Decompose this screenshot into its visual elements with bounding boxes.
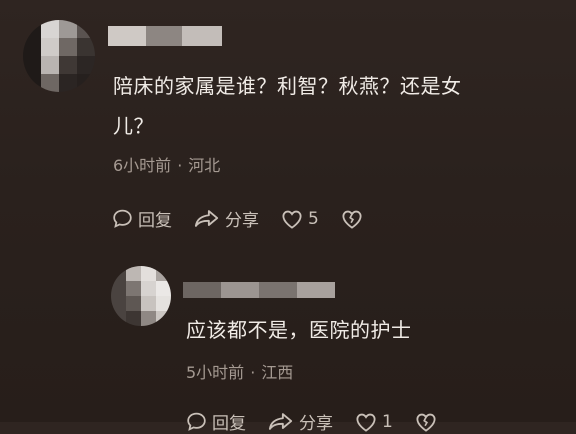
avatar[interactable]: [23, 20, 95, 92]
share-label: 分享: [225, 211, 259, 231]
comment-text-line2: 儿？: [113, 114, 154, 138]
comment-text: 陪床的家属是谁？利智？秋燕？还是女 儿？: [113, 69, 553, 143]
comment-actions: 回复 分享 5: [112, 206, 390, 231]
username-blurred[interactable]: [108, 26, 222, 46]
separator: ·: [250, 363, 256, 382]
location: 河北: [188, 156, 221, 175]
username-blurred[interactable]: [183, 282, 335, 298]
separator: ·: [177, 156, 183, 175]
share-button[interactable]: 分享: [194, 206, 259, 231]
broken-heart-icon: [342, 210, 362, 229]
speech-bubble-icon: [113, 209, 132, 228]
heart-icon: [282, 210, 302, 229]
comment-text: 应该都不是，医院的护士: [186, 318, 412, 342]
comment-meta: 6小时前 · 河北: [113, 152, 220, 176]
timestamp: 5小时前: [186, 363, 245, 382]
reply-button[interactable]: 回复: [112, 206, 172, 231]
share-arrow-icon: [194, 210, 219, 227]
comment-meta: 5小时前 · 江西: [186, 359, 293, 383]
comment-text-line1: 陪床的家属是谁？利智？秋燕？还是女: [113, 74, 462, 98]
avatar[interactable]: [111, 266, 171, 326]
like-button[interactable]: 5: [281, 209, 319, 229]
timestamp: 6小时前: [113, 156, 172, 175]
location: 江西: [261, 363, 294, 382]
dislike-button[interactable]: [341, 209, 368, 229]
like-count: 5: [308, 208, 319, 229]
reply-label: 回复: [138, 211, 172, 231]
